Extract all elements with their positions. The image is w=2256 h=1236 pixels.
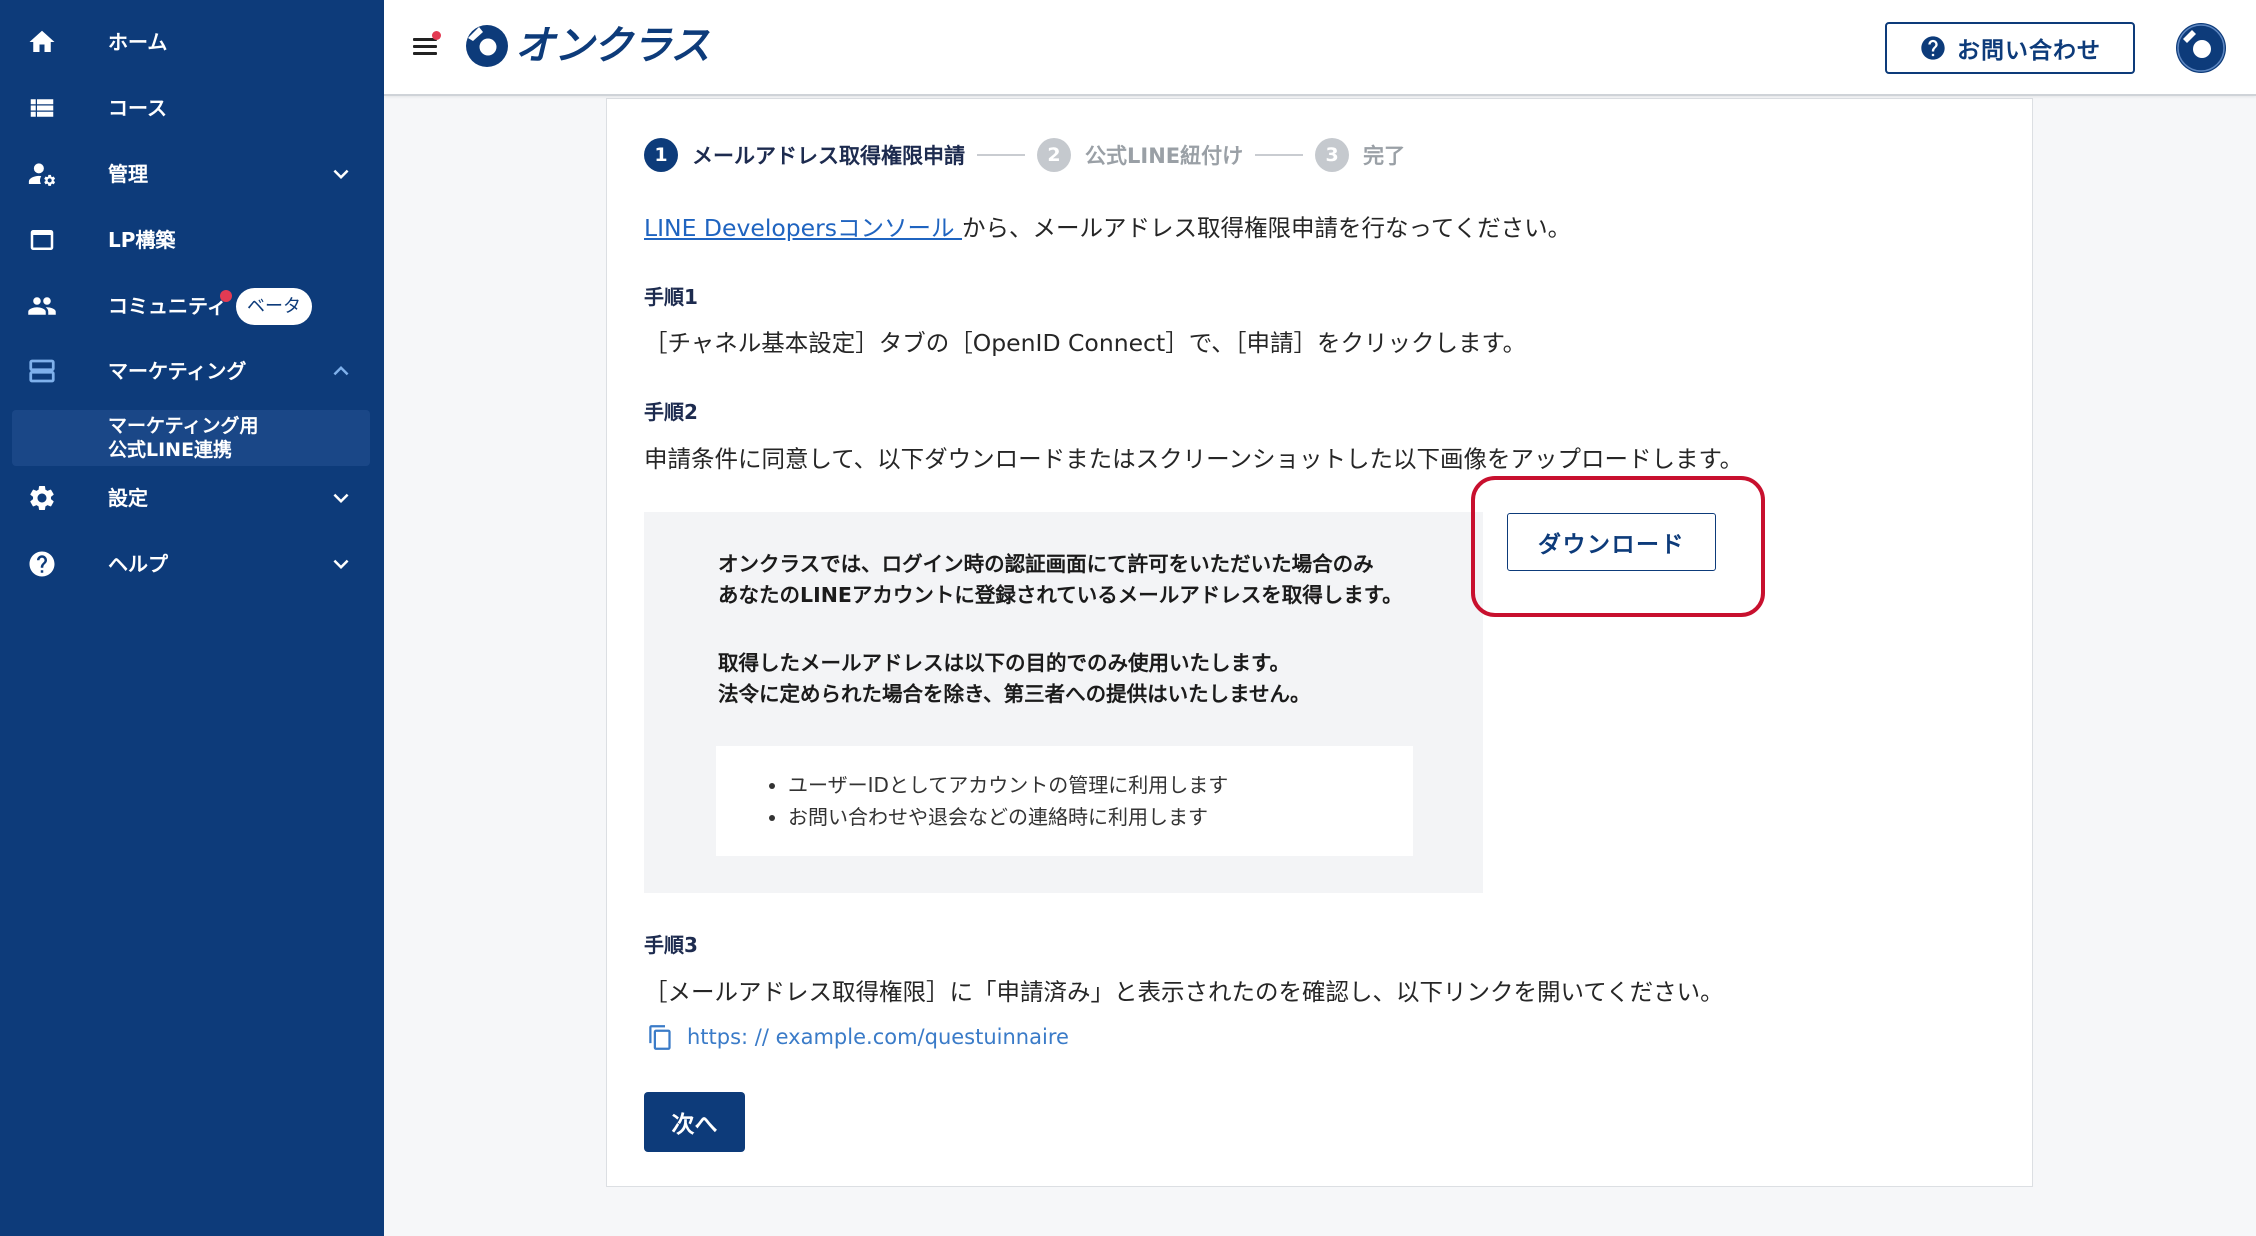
subitem-label-line1: マーケティング用: [108, 415, 259, 437]
step-label: メールアドレス取得権限申請: [692, 144, 965, 168]
chevron-down-icon[interactable]: [326, 549, 356, 579]
list-icon: [30, 99, 54, 117]
sidebar-item-label: LP構築: [108, 228, 176, 252]
sidebar-item-label: マーケティング: [108, 359, 247, 383]
step-number: 2: [1037, 138, 1071, 172]
sidebar-item-settings[interactable]: 設定: [0, 465, 384, 531]
onclass-logo-icon: [466, 25, 508, 67]
step-2: 2 公式LINE紐付け: [1037, 138, 1243, 172]
window-icon: [30, 230, 54, 250]
step-connector: [977, 154, 1025, 156]
layers-icon: [29, 359, 55, 383]
sidebar-item-management[interactable]: 管理: [0, 141, 384, 207]
copy-icon[interactable]: [647, 1024, 674, 1051]
manage-accounts-icon: [28, 163, 56, 186]
step2-text: 申請条件に同意して、以下ダウンロードまたはスクリーンショットした以下画像をアップ…: [644, 445, 1744, 473]
notice-paragraph-1: オンクラスでは、ログイン時の認証画面にて許可をいただいた場合のみ あなたのLIN…: [718, 549, 1403, 611]
home-icon: [29, 30, 55, 52]
contact-button[interactable]: お問い合わせ: [1885, 22, 2135, 74]
sidebar-item-label: ホーム: [108, 30, 168, 54]
top-header: オンクラス お問い合わせ: [384, 0, 2256, 96]
sidebar-item-home[interactable]: ホーム: [0, 9, 384, 75]
notice-line: オンクラスでは、ログイン時の認証画面にて許可をいただいた場合のみ: [718, 552, 1374, 576]
notice-paragraph-2: 取得したメールアドレスは以下の目的でのみ使用いたします。 法令に定められた場合を…: [718, 648, 1310, 710]
gear-icon: [30, 486, 54, 510]
step-1: 1 メールアドレス取得権限申請: [644, 138, 965, 172]
sidebar-item-label: 管理: [108, 162, 148, 186]
notice-line: 取得したメールアドレスは以下の目的でのみ使用いたします。: [718, 651, 1290, 675]
step-number: 1: [644, 138, 678, 172]
sidebar-item-community[interactable]: コミュニティ ベータ: [0, 273, 384, 339]
avatar-icon[interactable]: [2175, 22, 2227, 74]
step-label: 完了: [1363, 144, 1406, 168]
intro-text-body: から、メールアドレス取得権限申請を行なってください。: [962, 214, 1572, 242]
step-label: 公式LINE紐付け: [1085, 144, 1244, 168]
sidebar-item-courses[interactable]: コース: [0, 75, 384, 141]
sidebar-item-label: ヘルプ: [108, 552, 168, 576]
step3-title: 手順3: [644, 933, 698, 957]
subitem-label-line2: 公式LINE連携: [108, 439, 233, 461]
logo-text: オンクラス: [515, 23, 710, 69]
sidebar-item-lp-builder[interactable]: LP構築: [0, 207, 384, 273]
people-icon: [28, 297, 56, 315]
sidebar-item-marketing[interactable]: マーケティング: [0, 338, 384, 404]
beta-badge: ベータ: [236, 288, 312, 325]
contact-button-label: お問い合わせ: [1957, 38, 2101, 64]
progress-stepper: 1 メールアドレス取得権限申請 2 公式LINE紐付け 3 完了: [644, 138, 1405, 172]
chevron-down-icon[interactable]: [326, 483, 356, 513]
step-number: 3: [1315, 138, 1350, 172]
help-icon: [29, 551, 55, 577]
next-button[interactable]: 次へ: [644, 1092, 745, 1152]
sidebar-subitem-official-line-integration[interactable]: マーケティング用 公式LINE連携: [12, 410, 370, 466]
download-button[interactable]: ダウンロード: [1507, 513, 1716, 571]
sidebar-item-label: コミュニティ: [108, 294, 227, 318]
step-3: 3 完了: [1315, 138, 1405, 172]
help-circle-icon: [1921, 36, 1945, 60]
menu-icon[interactable]: [413, 31, 441, 58]
sidebar: ホーム コース 管理 LP構築 コミュニティ ベータ マーケティング マーケティ…: [0, 0, 384, 1236]
step1-text: ［チャネル基本設定］タブの［OpenID Connect］で、［申請］をクリック…: [644, 329, 1527, 357]
notice-line: あなたのLINEアカウントに登録されているメールアドレスを取得します。: [718, 583, 1403, 607]
step-connector: [1255, 154, 1304, 156]
usage-purpose-list: ユーザーIDとしてアカウントの管理に利用します お問い合わせや退会などの連絡時に…: [716, 746, 1413, 856]
sidebar-item-label: 設定: [108, 486, 148, 510]
questionnaire-link[interactable]: https: // example.com/questuinnaire: [687, 1025, 1069, 1049]
notification-dot: [220, 290, 232, 302]
questionnaire-link-row: https: // example.com/questuinnaire: [644, 1021, 1069, 1053]
consent-notice-box: オンクラスでは、ログイン時の認証画面にて許可をいただいた場合のみ あなたのLIN…: [644, 512, 1483, 893]
chevron-up-icon[interactable]: [326, 356, 356, 386]
menu-notification-dot: [432, 31, 441, 40]
intro-text: LINE Developersコンソール から、メールアドレス取得権限申請を行な…: [644, 212, 1571, 244]
chevron-down-icon[interactable]: [326, 159, 356, 189]
notice-line: 法令に定められた場合を除き、第三者への提供はいたしません。: [718, 682, 1311, 706]
sidebar-item-label: コース: [108, 96, 167, 120]
list-item: お問い合わせや退会などの連絡時に利用します: [788, 801, 1228, 833]
main-content-card: 1 メールアドレス取得権限申請 2 公式LINE紐付け 3 完了 LINE De…: [606, 98, 2033, 1187]
line-developers-console-link[interactable]: LINE Developersコンソール: [644, 214, 962, 242]
sidebar-item-help[interactable]: ヘルプ: [0, 531, 384, 597]
step1-title: 手順1: [644, 285, 698, 309]
list-item: ユーザーIDとしてアカウントの管理に利用します: [788, 769, 1228, 801]
step3-text: ［メールアドレス取得権限］に「申請済み」と表示されたのを確認し、以下リンクを開い…: [644, 978, 1724, 1006]
step2-title: 手順2: [644, 400, 698, 424]
